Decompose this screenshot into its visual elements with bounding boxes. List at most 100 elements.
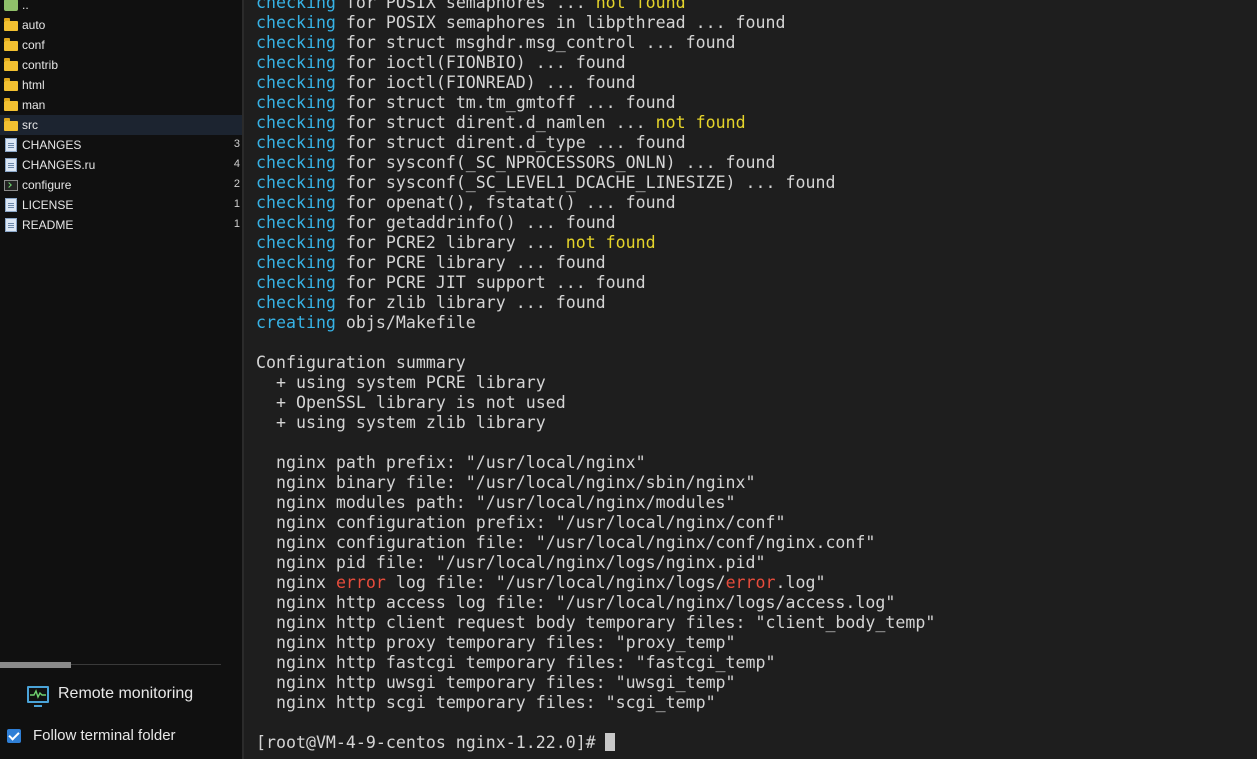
terminal-line: + using system PCRE library [256, 373, 935, 393]
terminal-text-segment: nginx configuration prefix: "/usr/local/… [256, 513, 786, 532]
terminal-text-segment: nginx binary file: "/usr/local/nginx/sbi… [256, 473, 756, 492]
terminal-text-segment: checking [256, 253, 336, 272]
terminal-text-segment: checking [256, 13, 336, 32]
terminal-pane[interactable]: checking for POSIX semaphores ... not fo… [246, 0, 1257, 759]
file-name: CHANGES [22, 138, 82, 152]
file-name: conf [22, 38, 45, 52]
monitor-icon [27, 685, 49, 707]
terminal-line: checking for PCRE2 library ... not found [256, 233, 935, 253]
folder-icon [4, 98, 18, 111]
terminal-line: + using system zlib library [256, 413, 935, 433]
terminal-line: nginx error log file: "/usr/local/nginx/… [256, 573, 935, 593]
file-size: 2 [233, 178, 240, 190]
terminal-text-segment: for getaddrinfo() ... found [335, 213, 616, 232]
terminal-text-segment: for POSIX semaphores in libpthread ... f… [335, 13, 786, 32]
terminal-text-segment: objs/Makefile [335, 313, 476, 332]
terminal-text-segment: not found [595, 0, 686, 12]
file-name: README [22, 218, 74, 232]
file-item[interactable]: CHANGES 3 [0, 135, 242, 155]
terminal-text-segment: for PCRE library ... found [335, 253, 606, 272]
terminal-text-segment: for sysconf(_SC_LEVEL1_DCACHE_LINESIZE) … [335, 173, 836, 192]
file-item[interactable]: LICENSE 1 [0, 195, 242, 215]
terminal-text-segment: + OpenSSL library is not used [256, 393, 566, 412]
terminal-text-segment: nginx http client request body temporary… [256, 613, 936, 632]
file-name: auto [22, 18, 46, 32]
terminal-line: [root@VM-4-9-centos nginx-1.22.0]# [256, 733, 935, 753]
follow-terminal-folder-toggle[interactable]: Follow terminal folder [7, 727, 176, 744]
terminal-text-segment: for PCRE JIT support ... found [335, 273, 646, 292]
terminal-line: Configuration summary [256, 353, 935, 373]
terminal-text-segment: creating [256, 313, 336, 332]
follow-terminal-checkbox[interactable] [7, 728, 21, 743]
terminal-text-segment: nginx http proxy temporary files: "proxy… [256, 633, 736, 652]
parent-folder-icon [4, 0, 18, 11]
remote-monitoring-label: Remote monitoring [58, 685, 194, 702]
file-item[interactable]: src [0, 115, 242, 135]
terminal-text-segment: for ioctl(FIONBIO) ... found [335, 53, 626, 72]
file-name: src [22, 118, 38, 132]
terminal-text-segment: checking [256, 73, 336, 92]
folder-icon [4, 58, 18, 71]
document-icon [5, 158, 17, 172]
folder-icon [4, 18, 18, 31]
file-browser-panel: .. auto conf contrib html man src CHANGES 3 CHANG… [0, 0, 244, 759]
terminal-text-segment: log file: "/usr/local/nginx/logs/ [385, 573, 726, 592]
terminal-line: checking for zlib library ... found [256, 293, 935, 313]
file-item[interactable]: .. [0, 0, 242, 15]
terminal-text-segment: for sysconf(_SC_NPROCESSORS_ONLN) ... fo… [335, 153, 776, 172]
terminal-text-segment: for ioctl(FIONREAD) ... found [335, 73, 636, 92]
file-item[interactable]: configure 2 [0, 175, 242, 195]
terminal-text-segment: nginx modules path: "/usr/local/nginx/mo… [256, 493, 736, 512]
file-item[interactable]: man [0, 95, 242, 115]
terminal-text-segment: checking [256, 133, 336, 152]
file-item[interactable]: contrib [0, 55, 242, 75]
terminal-line: checking for struct dirent.d_type ... fo… [256, 133, 935, 153]
horizontal-scrollbar[interactable] [0, 662, 242, 668]
remote-monitoring-button[interactable]: Remote monitoring [27, 685, 194, 707]
terminal-text-segment: nginx http scgi temporary files: "scgi_t… [256, 693, 716, 712]
terminal-line: checking for struct dirent.d_namlen ... … [256, 113, 935, 133]
terminal-text-segment: .log" [775, 573, 826, 592]
file-item[interactable]: auto [0, 15, 242, 35]
file-name: html [22, 78, 45, 92]
file-name: LICENSE [22, 198, 74, 212]
terminal-line: checking for struct tm.tm_gmtoff ... fou… [256, 93, 935, 113]
file-item[interactable]: CHANGES.ru 4 [0, 155, 242, 175]
file-name: CHANGES.ru [22, 158, 96, 172]
file-size: 1 [233, 218, 240, 230]
terminal-line: checking for ioctl(FIONREAD) ... found [256, 73, 935, 93]
file-item[interactable]: html [0, 75, 242, 95]
scrollbar-track-line [71, 664, 221, 665]
folder-icon [4, 38, 18, 51]
terminal-line: nginx http fastcgi temporary files: "fas… [256, 653, 935, 673]
terminal-text-segment: checking [256, 113, 336, 132]
terminal-text-segment: checking [256, 0, 336, 12]
terminal-text-segment: checking [256, 173, 336, 192]
document-icon [5, 218, 17, 232]
file-name: contrib [22, 58, 59, 72]
terminal-line: checking for getaddrinfo() ... found [256, 213, 935, 233]
terminal-line: creating objs/Makefile [256, 313, 935, 333]
terminal-line: nginx http access log file: "/usr/local/… [256, 593, 935, 613]
terminal-line: checking for openat(), fstatat() ... fou… [256, 193, 935, 213]
file-item[interactable]: README 1 [0, 215, 242, 235]
terminal-text-segment: nginx pid file: "/usr/local/nginx/logs/n… [256, 553, 766, 572]
terminal-cursor [604, 733, 615, 751]
follow-terminal-label: Follow terminal folder [33, 727, 176, 744]
scrollbar-thumb[interactable] [0, 662, 71, 668]
file-list: .. auto conf contrib html man src CHANGES 3 CHANG… [0, 0, 242, 235]
terminal-line: nginx configuration file: "/usr/local/ng… [256, 533, 935, 553]
file-name: .. [22, 0, 29, 12]
file-name: configure [22, 178, 72, 192]
terminal-line: checking for POSIX semaphores ... not fo… [256, 0, 935, 13]
terminal-line: nginx http uwsgi temporary files: "uwsgi… [256, 673, 935, 693]
terminal-line: nginx pid file: "/usr/local/nginx/logs/n… [256, 553, 935, 573]
terminal-text-segment: for struct msghdr.msg_control ... found [335, 33, 736, 52]
terminal-text-segment: checking [256, 53, 336, 72]
file-item[interactable]: conf [0, 35, 242, 55]
file-size: 4 [233, 158, 240, 170]
document-icon [5, 198, 17, 212]
